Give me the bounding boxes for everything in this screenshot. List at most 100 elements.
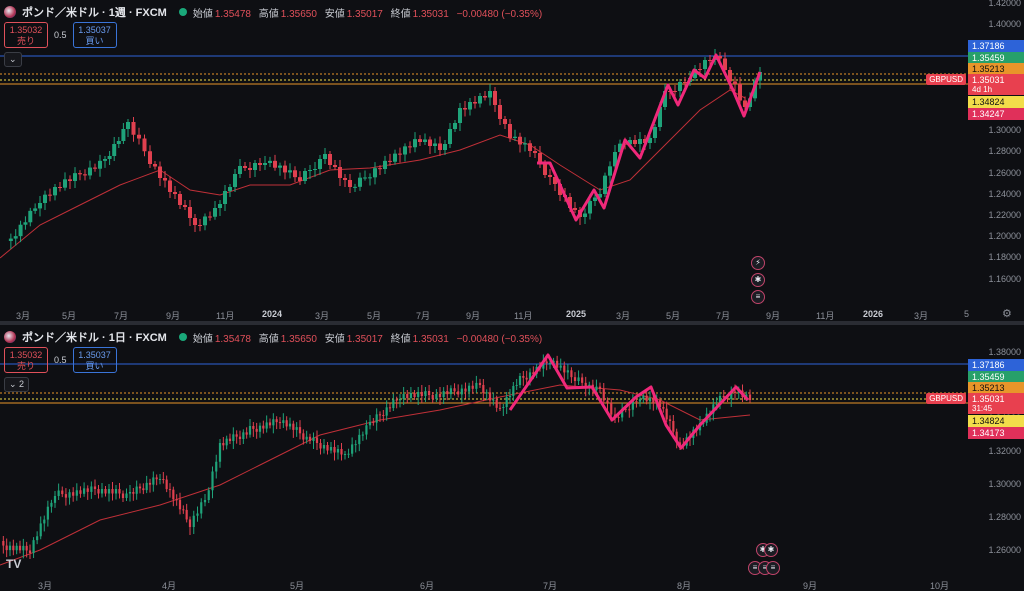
candle-body [438, 143, 442, 150]
candle-body [278, 165, 282, 168]
candle-body [225, 438, 228, 446]
candle-body [298, 427, 302, 434]
candle-body [608, 166, 612, 176]
candle-body [428, 139, 432, 146]
candle-body [125, 493, 128, 498]
candle-body [13, 236, 18, 239]
daily-chart-canvas[interactable] [0, 325, 968, 591]
candle-body [258, 163, 262, 165]
price-tick-label: 1.22000 [988, 210, 1021, 220]
indicator-collapse-button[interactable]: ⌄ 2 [4, 377, 30, 392]
buy-button[interactable]: 1.35037 買い [72, 22, 117, 48]
candle-body [165, 479, 168, 490]
candle-body [606, 400, 609, 403]
candle-body [502, 407, 505, 408]
daily-change: −0.00480 (−0.35%) [456, 333, 543, 345]
candle-body [73, 173, 77, 181]
candle-body [588, 201, 592, 214]
candle-body [602, 389, 605, 401]
candle-body [178, 499, 182, 510]
candle-body [242, 432, 245, 439]
candle-body [288, 423, 292, 427]
candle-body [53, 496, 57, 503]
uk-event-flag-icon[interactable]: ✱ [764, 543, 778, 557]
candle-body [268, 422, 272, 426]
lightning-event-icon[interactable]: ⚡ [751, 256, 765, 270]
time-tick-label: 6月 [420, 581, 435, 591]
candle-body [322, 445, 326, 449]
buy-button[interactable]: 1.35037 買い [72, 347, 117, 373]
us-event-flag-icon[interactable]: ≡ [766, 561, 780, 575]
candle-body [64, 494, 68, 498]
weekly-price-axis[interactable]: 1.420001.400001.380001.360001.340001.320… [968, 0, 1024, 321]
candle-body [293, 170, 297, 178]
price-tick-label: 1.28000 [988, 512, 1021, 522]
candle-body [473, 102, 477, 104]
daily-ohlc: 始値 1.35478 高値 1.35650 安値 1.35017 終値 1.35031 … [192, 333, 543, 345]
candle-body [431, 395, 434, 399]
price-tick-label: 1.40000 [988, 19, 1021, 30]
candle-body [703, 60, 707, 69]
candle-body [90, 486, 93, 492]
blue-price-tag: 1.37186 [968, 359, 1024, 371]
candle-body [483, 96, 487, 98]
candle-body [148, 482, 152, 485]
candle-body [12, 545, 15, 551]
candle-body [315, 437, 319, 443]
candle-body [543, 164, 547, 175]
candle-body [467, 385, 471, 392]
candle-body [598, 386, 602, 389]
candle-body [118, 489, 121, 494]
candle-body [495, 399, 498, 408]
daily-price-axis[interactable]: 1.380001.360001.340001.320001.300001.280… [968, 325, 1024, 591]
yellow-price-tag: 1.34824 [968, 96, 1024, 108]
zigzag-line [508, 353, 750, 450]
candle-body [235, 434, 238, 437]
daily-time-axis[interactable]: 3月 4月 5月 6月 7月 8月 9月 10月 [0, 575, 968, 591]
candle-body [295, 427, 298, 430]
candle-body [312, 437, 315, 441]
tradingview-logo[interactable]: TV [6, 557, 21, 571]
daily-symbol-title[interactable]: ポンド／米ドル · 1日 · FXCM [22, 329, 167, 345]
time-tick-label: 10月 [930, 581, 950, 591]
candle-body [222, 443, 225, 446]
candle-body [111, 489, 114, 494]
time-tick-label: 2024 [262, 309, 283, 319]
candle-body [82, 488, 86, 494]
candle-body [471, 385, 474, 389]
candle-body [372, 422, 375, 423]
candle-body [378, 168, 382, 170]
candle-body [283, 165, 287, 173]
time-tick-label: 2025 [566, 309, 587, 319]
candle-body [488, 392, 492, 401]
candle-body [8, 238, 13, 241]
weekly-symbol-title[interactable]: ポンド／米ドル · 1週 · FXCM [22, 4, 167, 20]
candle-body [218, 443, 222, 462]
settings-gear-icon[interactable]: ⚙ [1002, 307, 1012, 320]
uk-event-flag-icon[interactable]: ✱ [751, 273, 765, 287]
candle-body [468, 102, 472, 110]
weekly-chart-canvas[interactable] [0, 0, 968, 321]
candle-body [354, 444, 357, 446]
candle-body [93, 167, 97, 169]
candle-body [433, 143, 437, 146]
candle-body [305, 436, 308, 440]
candle-body [505, 397, 508, 407]
candle-body [273, 160, 277, 168]
sell-button[interactable]: 1.35032 売り [4, 347, 48, 373]
candle-body [25, 545, 28, 551]
indicator-collapse-button[interactable]: ⌄ [4, 52, 22, 67]
candle-body [218, 204, 222, 208]
candle-body [413, 139, 417, 148]
sell-button[interactable]: 1.35032 売り [4, 22, 48, 48]
weekly-legend: ポンド／米ドル · 1週 · FXCM 始値 1.35478 高値 1.35650 … [4, 4, 547, 20]
time-tick-label: 5月 [290, 581, 305, 591]
candle-body [272, 419, 275, 426]
candle-body [340, 449, 343, 455]
candle-body [458, 108, 462, 123]
weekly-chart-pane[interactable]: ポンド／米ドル · 1週 · FXCM 始値 1.35478 高値 1.35650 … [0, 0, 1024, 331]
daily-chart-pane[interactable]: ポンド／米ドル · 1日 · FXCM 始値 1.35478 高値 1.35650 … [0, 325, 1024, 591]
candle-body [268, 160, 272, 163]
us-event-flag-icon[interactable]: ≡ [751, 290, 765, 304]
candle-body [203, 216, 207, 226]
